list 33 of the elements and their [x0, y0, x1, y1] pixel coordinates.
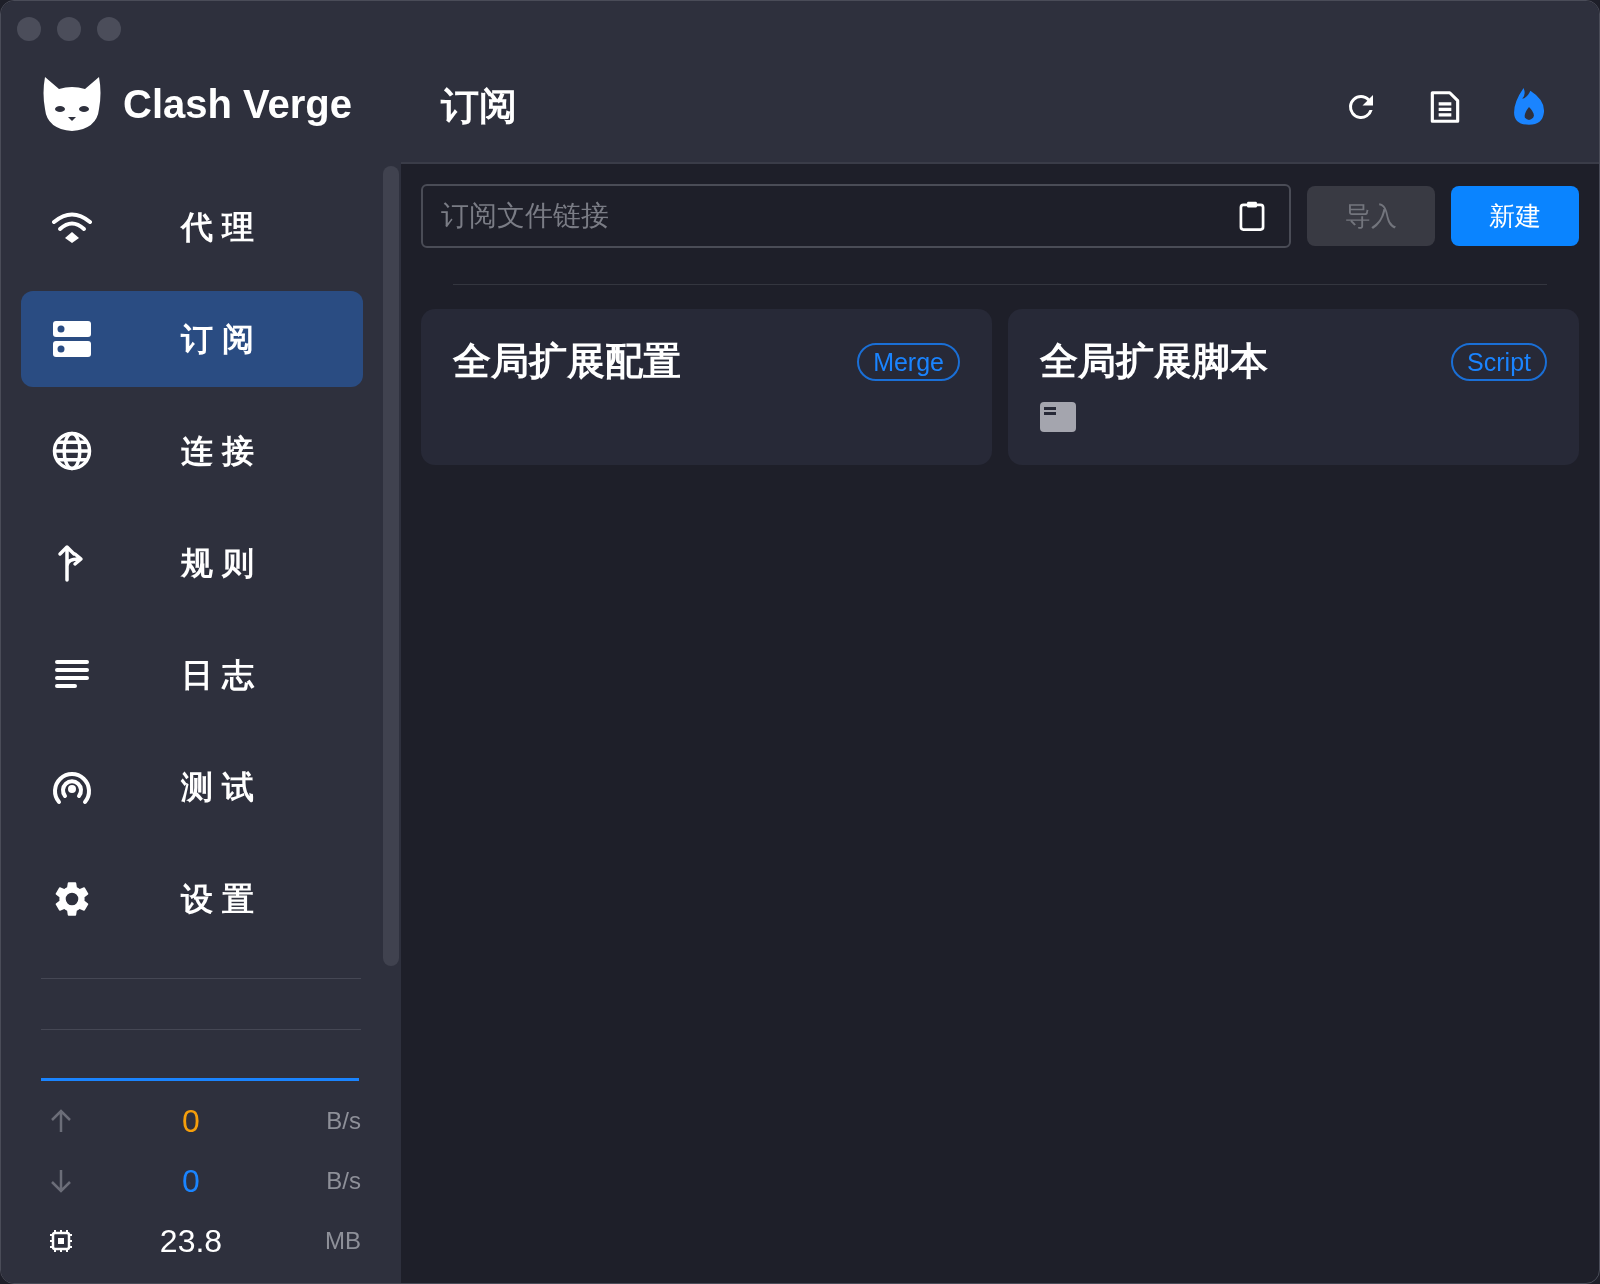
wifi-icon [51, 210, 93, 244]
card-title: 全局扩展配置 [453, 339, 681, 384]
subscription-url-field[interactable]: 订阅文件链接 [421, 184, 1291, 248]
clipboard-icon[interactable] [1237, 200, 1267, 232]
nav-item[interactable]: 连 接 [21, 403, 363, 499]
nav-item[interactable]: 设 置 [21, 851, 363, 947]
type-tag: Merge [857, 342, 960, 381]
nav-item[interactable]: 订 阅 [21, 291, 363, 387]
traffic-value: 23.8 [158, 1222, 224, 1261]
nav-item[interactable]: 日 志 [21, 627, 363, 723]
flame-icon [1512, 87, 1546, 126]
traffic-value: 0 [181, 1102, 201, 1141]
chip-icon [48, 1228, 74, 1254]
down-arrow-icon [49, 1168, 73, 1194]
traffic-unit: B/s [325, 1166, 361, 1196]
traffic-value: 0 [181, 1162, 201, 1201]
traffic-unit: MB [324, 1226, 361, 1256]
card-title: 全局扩展脚本 [1040, 339, 1268, 384]
file-card-icon[interactable] [1040, 402, 1076, 432]
profile-card[interactable]: 全局扩展配置 Merge [421, 309, 992, 465]
nav-item[interactable]: 测 试 [21, 739, 363, 835]
list-lines-icon [55, 659, 89, 691]
page-title: 订阅 [441, 84, 518, 129]
profile-card[interactable]: 全局扩展脚本 Script [1008, 309, 1579, 465]
type-tag: Script [1451, 342, 1547, 381]
nav-item[interactable]: 代 理 [21, 179, 363, 275]
nav-item[interactable]: 规 则 [21, 515, 363, 611]
traffic-unit: B/s [325, 1106, 361, 1136]
server-icon [53, 321, 91, 357]
globe-icon [51, 430, 93, 472]
up-arrow-icon [49, 1108, 73, 1134]
new-button[interactable]: 新建 [1451, 186, 1579, 246]
app-name: Clash Verge [123, 81, 352, 128]
